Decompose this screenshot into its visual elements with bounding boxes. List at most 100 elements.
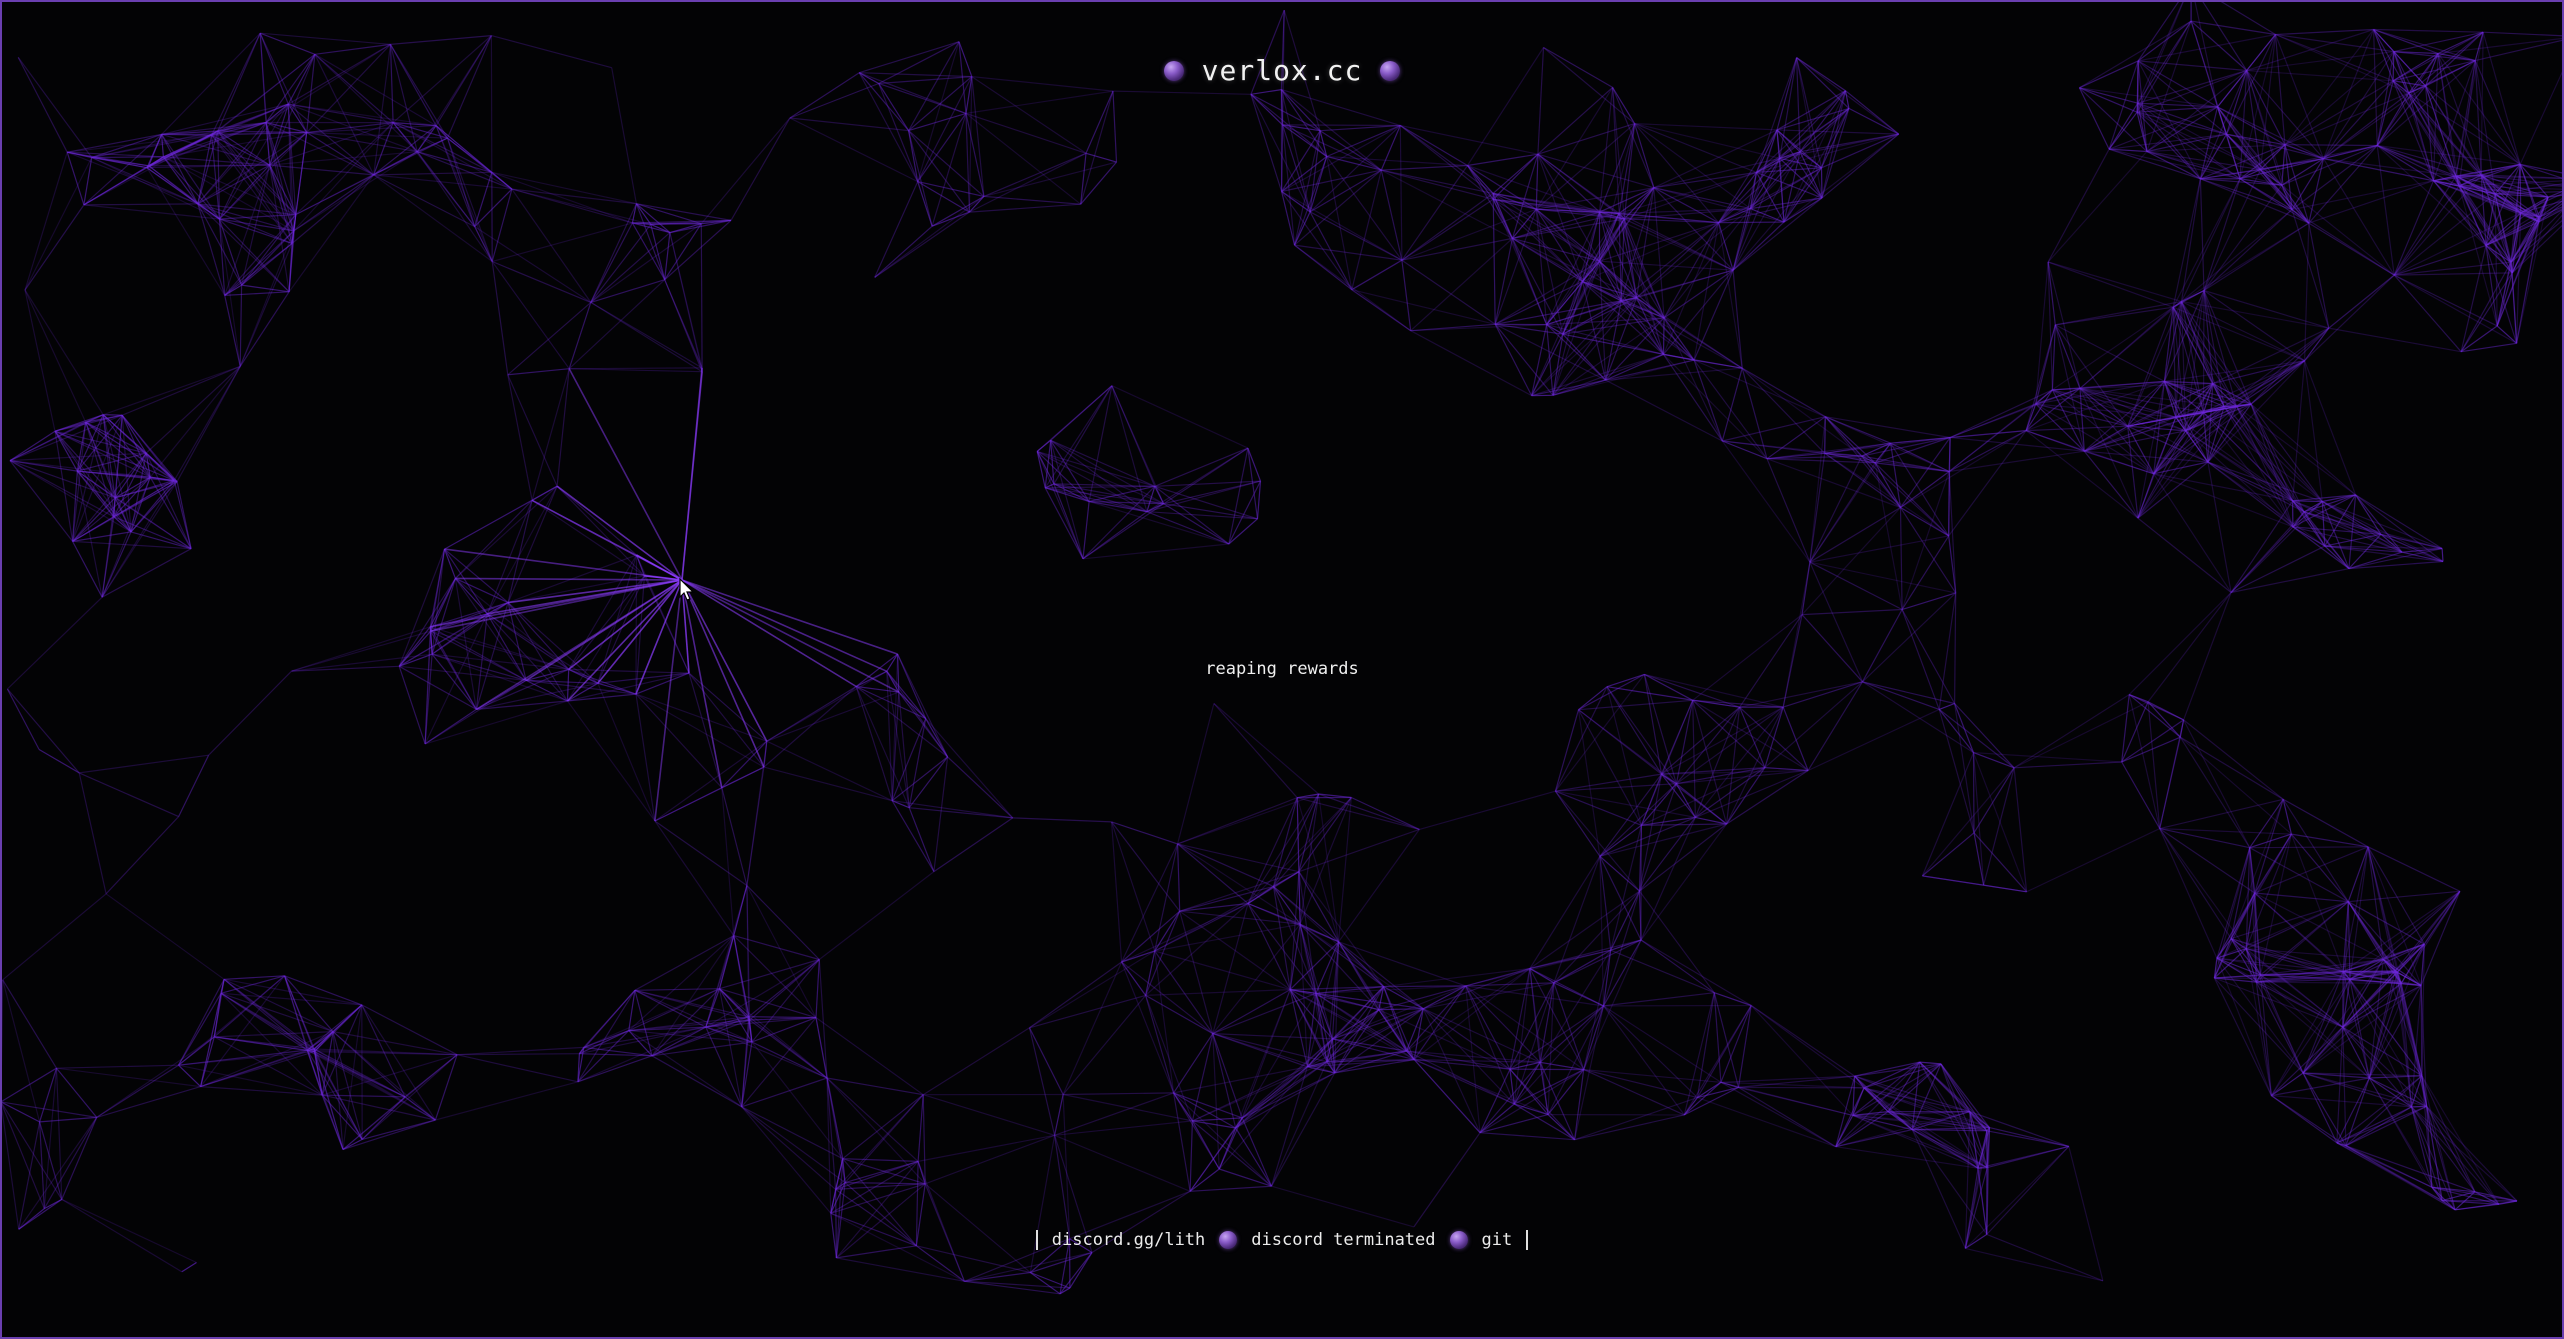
network-line: [1750, 1005, 1865, 1089]
network-line: [2083, 450, 2139, 519]
network-line: [1406, 985, 1467, 1052]
network-line: [121, 365, 241, 416]
network-line: [2047, 261, 2174, 308]
network-line: [971, 76, 985, 197]
network-line: [6, 688, 80, 774]
network-line: [2302, 1072, 2338, 1144]
network-line: [1954, 703, 2015, 769]
network-line: [2183, 592, 2232, 721]
network-line: [1030, 1251, 1093, 1274]
network-line: [1554, 790, 1601, 857]
mouse-cursor-icon: [679, 578, 695, 601]
network-line: [2147, 701, 2161, 829]
network-line: [2376, 145, 2395, 276]
network-line: [766, 691, 900, 742]
network-line: [1111, 821, 1178, 845]
network-line: [567, 700, 656, 822]
network-line: [1554, 686, 1608, 792]
network-line: [1351, 169, 1382, 290]
network-line: [1338, 797, 1352, 942]
network-line: [2290, 833, 2349, 903]
network-line: [1825, 416, 1891, 444]
network-line: [1764, 681, 1863, 769]
footer-links: discord.gg/lith discord terminated git: [2, 1230, 2562, 1250]
discord-terminated-link[interactable]: discord terminated: [1251, 1230, 1435, 1250]
network-line: [1578, 699, 1693, 711]
network-line: [1726, 769, 1809, 825]
network-line: [1555, 790, 1642, 826]
network-line: [569, 368, 703, 373]
network-line: [1190, 1185, 1272, 1192]
network-line: [2393, 274, 2498, 327]
site-title: verlox.cc: [1201, 54, 1363, 87]
network-line: [1401, 260, 1412, 331]
network-line: [224, 214, 297, 296]
network-line: [1554, 790, 1640, 892]
network-line: [1029, 961, 1122, 1029]
network-line: [2421, 1075, 2476, 1193]
network-line: [217, 130, 295, 232]
network-line: [931, 211, 970, 227]
network-line: [1401, 259, 1496, 325]
network-line: [2282, 798, 2349, 903]
network-line: [845, 1182, 926, 1185]
network-line: [1692, 614, 1803, 701]
network-line: [2367, 846, 2461, 892]
network-line: [1739, 706, 1766, 768]
network-line: [2180, 178, 2201, 302]
network-line: [1413, 985, 1467, 1060]
network-line: [842, 1094, 924, 1160]
network-line: [1922, 832, 1975, 877]
cursor-line: [455, 577, 683, 581]
network-line: [818, 959, 828, 1079]
network-line: [2496, 272, 2513, 327]
network-line: [1189, 1120, 1193, 1192]
network-line: [705, 1026, 828, 1079]
network-line: [1029, 1135, 1056, 1273]
gem-icon: [1163, 60, 1184, 81]
network-line: [2304, 360, 2357, 496]
network-line: [1410, 330, 1532, 397]
network-line: [56, 1064, 179, 1069]
network-line: [1602, 939, 1642, 1007]
network-line: [836, 1257, 965, 1282]
network-line: [1634, 123, 1720, 223]
network-line: [18, 1121, 41, 1230]
network-line: [766, 740, 893, 802]
network-line: [1641, 823, 1727, 826]
network-line: [101, 480, 175, 598]
network-line: [491, 188, 513, 262]
network-line: [590, 203, 637, 303]
network-line: [6, 688, 40, 750]
network-line: [983, 152, 1087, 197]
network-line: [1634, 123, 1655, 188]
network-line: [965, 112, 1087, 154]
network-line: [1552, 379, 1606, 396]
network-line: [1854, 1075, 1913, 1131]
network-line: [2249, 846, 2369, 849]
network-line: [1919, 1061, 1988, 1132]
network-line: [2127, 426, 2139, 519]
network-line: [2068, 1146, 2104, 1281]
network-line: [634, 989, 749, 1018]
network-line: [1154, 950, 1291, 991]
network-line: [2047, 151, 2148, 263]
network-line: [1062, 961, 1123, 1095]
network-line: [1270, 1066, 1308, 1187]
network-line: [1189, 1117, 1243, 1192]
network-line: [650, 224, 666, 280]
network-line: [83, 203, 198, 206]
network-line: [924, 1183, 1031, 1273]
network-line: [178, 1064, 202, 1088]
network-line: [651, 935, 735, 1057]
network-line: [1378, 1008, 1424, 1011]
network-line: [654, 787, 723, 822]
network-line: [874, 225, 933, 278]
network-line: [1419, 790, 1556, 830]
network-line: [2336, 1142, 2433, 1188]
network-line: [898, 692, 910, 808]
network-line: [826, 1077, 924, 1096]
network-line: [507, 374, 558, 487]
discord-invite-link[interactable]: discord.gg/lith: [1052, 1230, 1206, 1250]
git-link[interactable]: git: [1482, 1230, 1513, 1250]
